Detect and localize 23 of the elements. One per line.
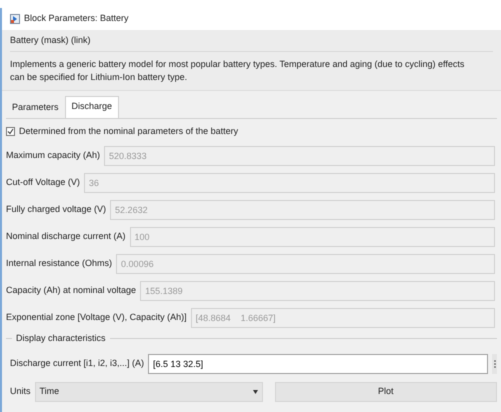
mask-title: Battery (mask) (link)	[10, 34, 493, 52]
field-label: Nominal discharge current (A)	[6, 230, 126, 244]
units-dropdown[interactable]: Time	[34, 382, 263, 402]
dropdown-arrow-icon	[252, 390, 258, 394]
group-title: Display characteristics	[16, 332, 106, 345]
field-label: Discharge current [i1, i2, i3,...] (A)	[10, 356, 144, 370]
input-field[interactable]: [6.5 13 32.5]	[148, 354, 488, 374]
units-label: Units	[10, 384, 31, 398]
mask-description: Implements a generic battery model for most popular battery types. Temperature and aging (due to cycling) effects can be specified for Lithium-Ion battery type.	[10, 58, 466, 84]
field-label: Maximum capacity (Ah)	[6, 149, 100, 162]
plot-button[interactable]: Plot	[274, 382, 497, 402]
checkbox-label: Determined from the nominal parameters of the battery	[19, 124, 238, 138]
field-label: Fully charged voltage (V)	[6, 203, 106, 216]
block-icon	[10, 14, 20, 24]
checkbox[interactable]	[6, 126, 15, 136]
field-label: Internal resistance (Ohms)	[6, 257, 112, 270]
field-label: Capacity (Ah) at nominal voltage	[6, 284, 136, 298]
checkmark-icon	[7, 128, 14, 135]
tab[interactable]: Discharge	[64, 96, 120, 118]
more-button[interactable]	[492, 354, 497, 374]
field-label: Cut-off Voltage (V)	[6, 176, 80, 190]
window-title: Block Parameters: Battery	[24, 12, 129, 26]
field-label: Exponential zone [Voltage (V), Capacity (Ah)]	[6, 311, 187, 324]
